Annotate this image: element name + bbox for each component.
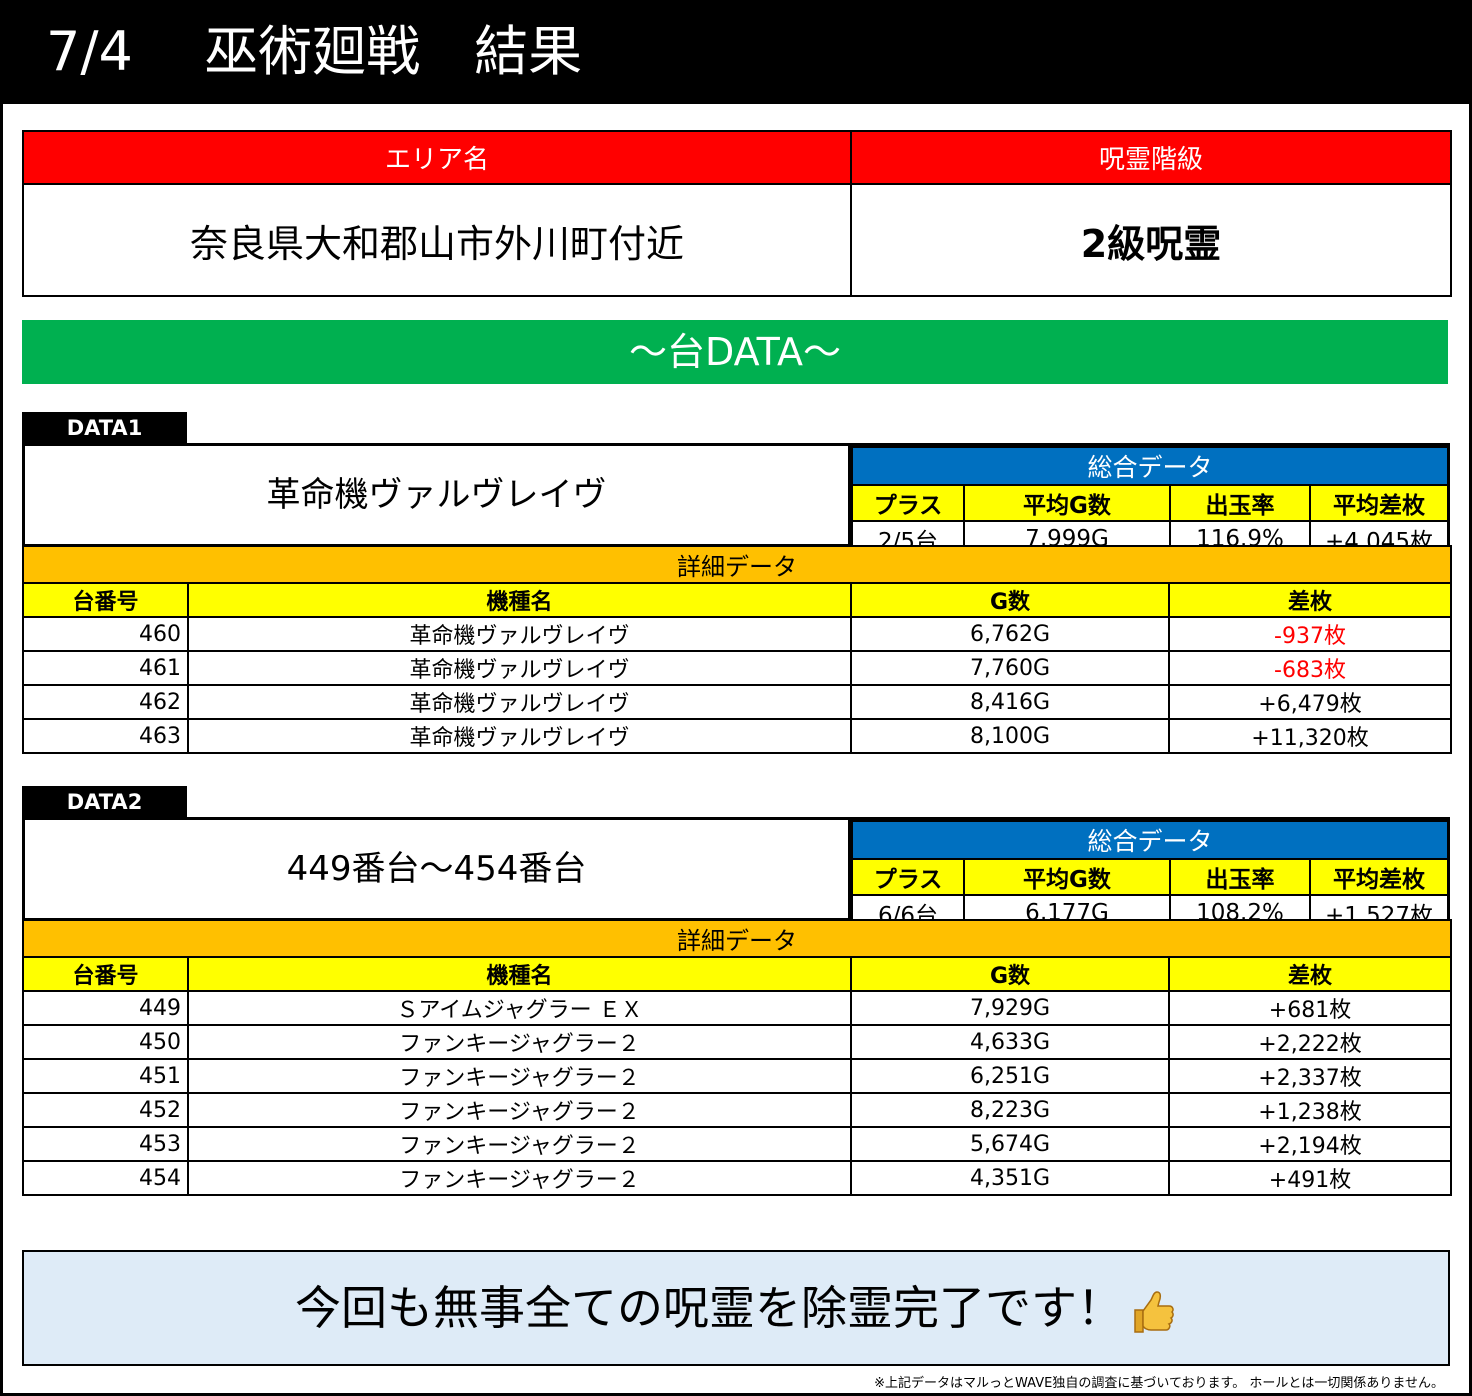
unit-no-label: 台番号 (22, 582, 189, 618)
page-header: 7/4 巫術廻戦 結果 (0, 0, 1472, 104)
unit-no: 452 (22, 1092, 189, 1128)
unit-no: 454 (22, 1160, 189, 1196)
games-label: G数 (850, 956, 1170, 992)
diff: -937枚 (1168, 616, 1452, 652)
summary-title: 総合データ (850, 446, 1450, 486)
table-row: 454 ファンキージャグラー２ 4,351G +491枚 (22, 1160, 1452, 1196)
detail-title: 詳細データ (22, 919, 1452, 958)
games-label: G数 (850, 582, 1170, 618)
data2-summary: 449番台～454番台 総合データ プラス 平均G数 出玉率 平均差枚 6/6台… (22, 817, 1450, 932)
diff: -683枚 (1168, 650, 1452, 686)
payout-label: 出玉率 (1169, 484, 1311, 522)
diff: +2,194枚 (1168, 1126, 1452, 1162)
detail-title: 詳細データ (22, 545, 1452, 584)
games: 4,351G (850, 1160, 1170, 1196)
data1-summary-table: 総合データ プラス 平均G数 出玉率 平均差枚 2/5台 7,999G 116.… (850, 446, 1450, 558)
machine-name: 革命機ヴァルヴレイヴ (187, 718, 852, 754)
diff-label: 差枚 (1168, 956, 1452, 992)
grade-label: 呪霊階級 (850, 130, 1452, 185)
unit-no: 463 (22, 718, 189, 754)
games: 6,762G (850, 616, 1170, 652)
header-title: 巫術廻戦 結果 (204, 20, 583, 83)
table-row: 463 革命機ヴァルヴレイヴ 8,100G +11,320枚 (22, 718, 1452, 754)
table-row: 460 革命機ヴァルヴレイヴ 6,762G -937枚 (22, 616, 1452, 652)
table-row: 452 ファンキージャグラー２ 8,223G +1,238枚 (22, 1092, 1452, 1128)
data1-summary: 革命機ヴァルヴレイヴ 総合データ プラス 平均G数 出玉率 平均差枚 2/5台 … (22, 443, 1450, 558)
plus-label: プラス (851, 484, 965, 522)
machine-label: 機種名 (187, 956, 852, 992)
data2-summary-table: 総合データ プラス 平均G数 出玉率 平均差枚 6/6台 6,177G 108.… (850, 820, 1450, 932)
section-title: ～台DATA～ (22, 320, 1448, 384)
diff: +11,320枚 (1168, 718, 1452, 754)
avg-diff-label: 平均差枚 (1308, 484, 1450, 522)
diff: +1,238枚 (1168, 1092, 1452, 1128)
plus-label: プラス (851, 858, 965, 896)
table-row: 462 革命機ヴァルヴレイヴ 8,416G +6,479枚 (22, 684, 1452, 720)
machine-label: 機種名 (187, 582, 852, 618)
unit-no: 453 (22, 1126, 189, 1162)
diff: +491枚 (1168, 1160, 1452, 1196)
thumbs-up-icon (1134, 1290, 1174, 1333)
machine-name: ファンキージャグラー２ (187, 1092, 852, 1128)
unit-no: 462 (22, 684, 189, 720)
games: 8,416G (850, 684, 1170, 720)
data2-title: 449番台～454番台 (25, 820, 851, 918)
summary-title: 総合データ (850, 820, 1450, 860)
final-message: 今回も無事全ての呪霊を除霊完了です！ (295, 1281, 1123, 1335)
machine-name: ファンキージャグラー２ (187, 1058, 852, 1094)
machine-name: ファンキージャグラー２ (187, 1126, 852, 1162)
games: 4,633G (850, 1024, 1170, 1060)
avg-g-label: 平均G数 (963, 858, 1171, 896)
avg-diff-label: 平均差枚 (1308, 858, 1450, 896)
machine-name: 革命機ヴァルヴレイヴ (187, 684, 852, 720)
table-row: 461 革命機ヴァルヴレイヴ 7,760G -683枚 (22, 650, 1452, 686)
unit-no: 451 (22, 1058, 189, 1094)
diff-label: 差枚 (1168, 582, 1452, 618)
diff: +681枚 (1168, 990, 1452, 1026)
data1-title: 革命機ヴァルヴレイヴ (25, 446, 851, 544)
diff: +6,479枚 (1168, 684, 1452, 720)
data2-detail-table: 詳細データ 台番号 機種名 G数 差枚 449 Ｓアイムジャグラー ＥＸ 7,9… (22, 919, 1452, 1196)
area-table: エリア名 呪霊階級 奈良県大和郡山市外川町付近 2級呪霊 (22, 130, 1452, 297)
table-row: 449 Ｓアイムジャグラー ＥＸ 7,929G +681枚 (22, 990, 1452, 1026)
games: 7,929G (850, 990, 1170, 1026)
area-name-label: エリア名 (22, 130, 852, 185)
diff: +2,222枚 (1168, 1024, 1452, 1060)
final-message-box: 今回も無事全ての呪霊を除霊完了です！ (22, 1250, 1450, 1366)
machine-name: 革命機ヴァルヴレイヴ (187, 616, 852, 652)
data1-tag: DATA1 (22, 412, 187, 444)
unit-no-label: 台番号 (22, 956, 189, 992)
machine-name: ファンキージャグラー２ (187, 1160, 852, 1196)
payout-label: 出玉率 (1169, 858, 1311, 896)
table-row: 451 ファンキージャグラー２ 6,251G +2,337枚 (22, 1058, 1452, 1094)
games: 7,760G (850, 650, 1170, 686)
avg-g-label: 平均G数 (963, 484, 1171, 522)
machine-name: 革命機ヴァルヴレイヴ (187, 650, 852, 686)
table-row: 450 ファンキージャグラー２ 4,633G +2,222枚 (22, 1024, 1452, 1060)
games: 5,674G (850, 1126, 1170, 1162)
data2-tag: DATA2 (22, 786, 187, 818)
machine-name: Ｓアイムジャグラー ＥＸ (187, 990, 852, 1026)
games: 8,223G (850, 1092, 1170, 1128)
table-row: 453 ファンキージャグラー２ 5,674G +2,194枚 (22, 1126, 1452, 1162)
unit-no: 449 (22, 990, 189, 1026)
games: 6,251G (850, 1058, 1170, 1094)
unit-no: 450 (22, 1024, 189, 1060)
diff: +2,337枚 (1168, 1058, 1452, 1094)
header-date: 7/4 (46, 20, 133, 83)
area-name-value: 奈良県大和郡山市外川町付近 (22, 183, 852, 297)
data1-detail-table: 詳細データ 台番号 機種名 G数 差枚 460 革命機ヴァルヴレイヴ 6,762… (22, 545, 1452, 754)
games: 8,100G (850, 718, 1170, 754)
unit-no: 460 (22, 616, 189, 652)
machine-name: ファンキージャグラー２ (187, 1024, 852, 1060)
grade-value: 2級呪霊 (850, 183, 1452, 297)
unit-no: 461 (22, 650, 189, 686)
footnote: ※上記データはマルっとWAVE独自の調査に基づいております。 ホールとは一切関係… (874, 1376, 1444, 1391)
